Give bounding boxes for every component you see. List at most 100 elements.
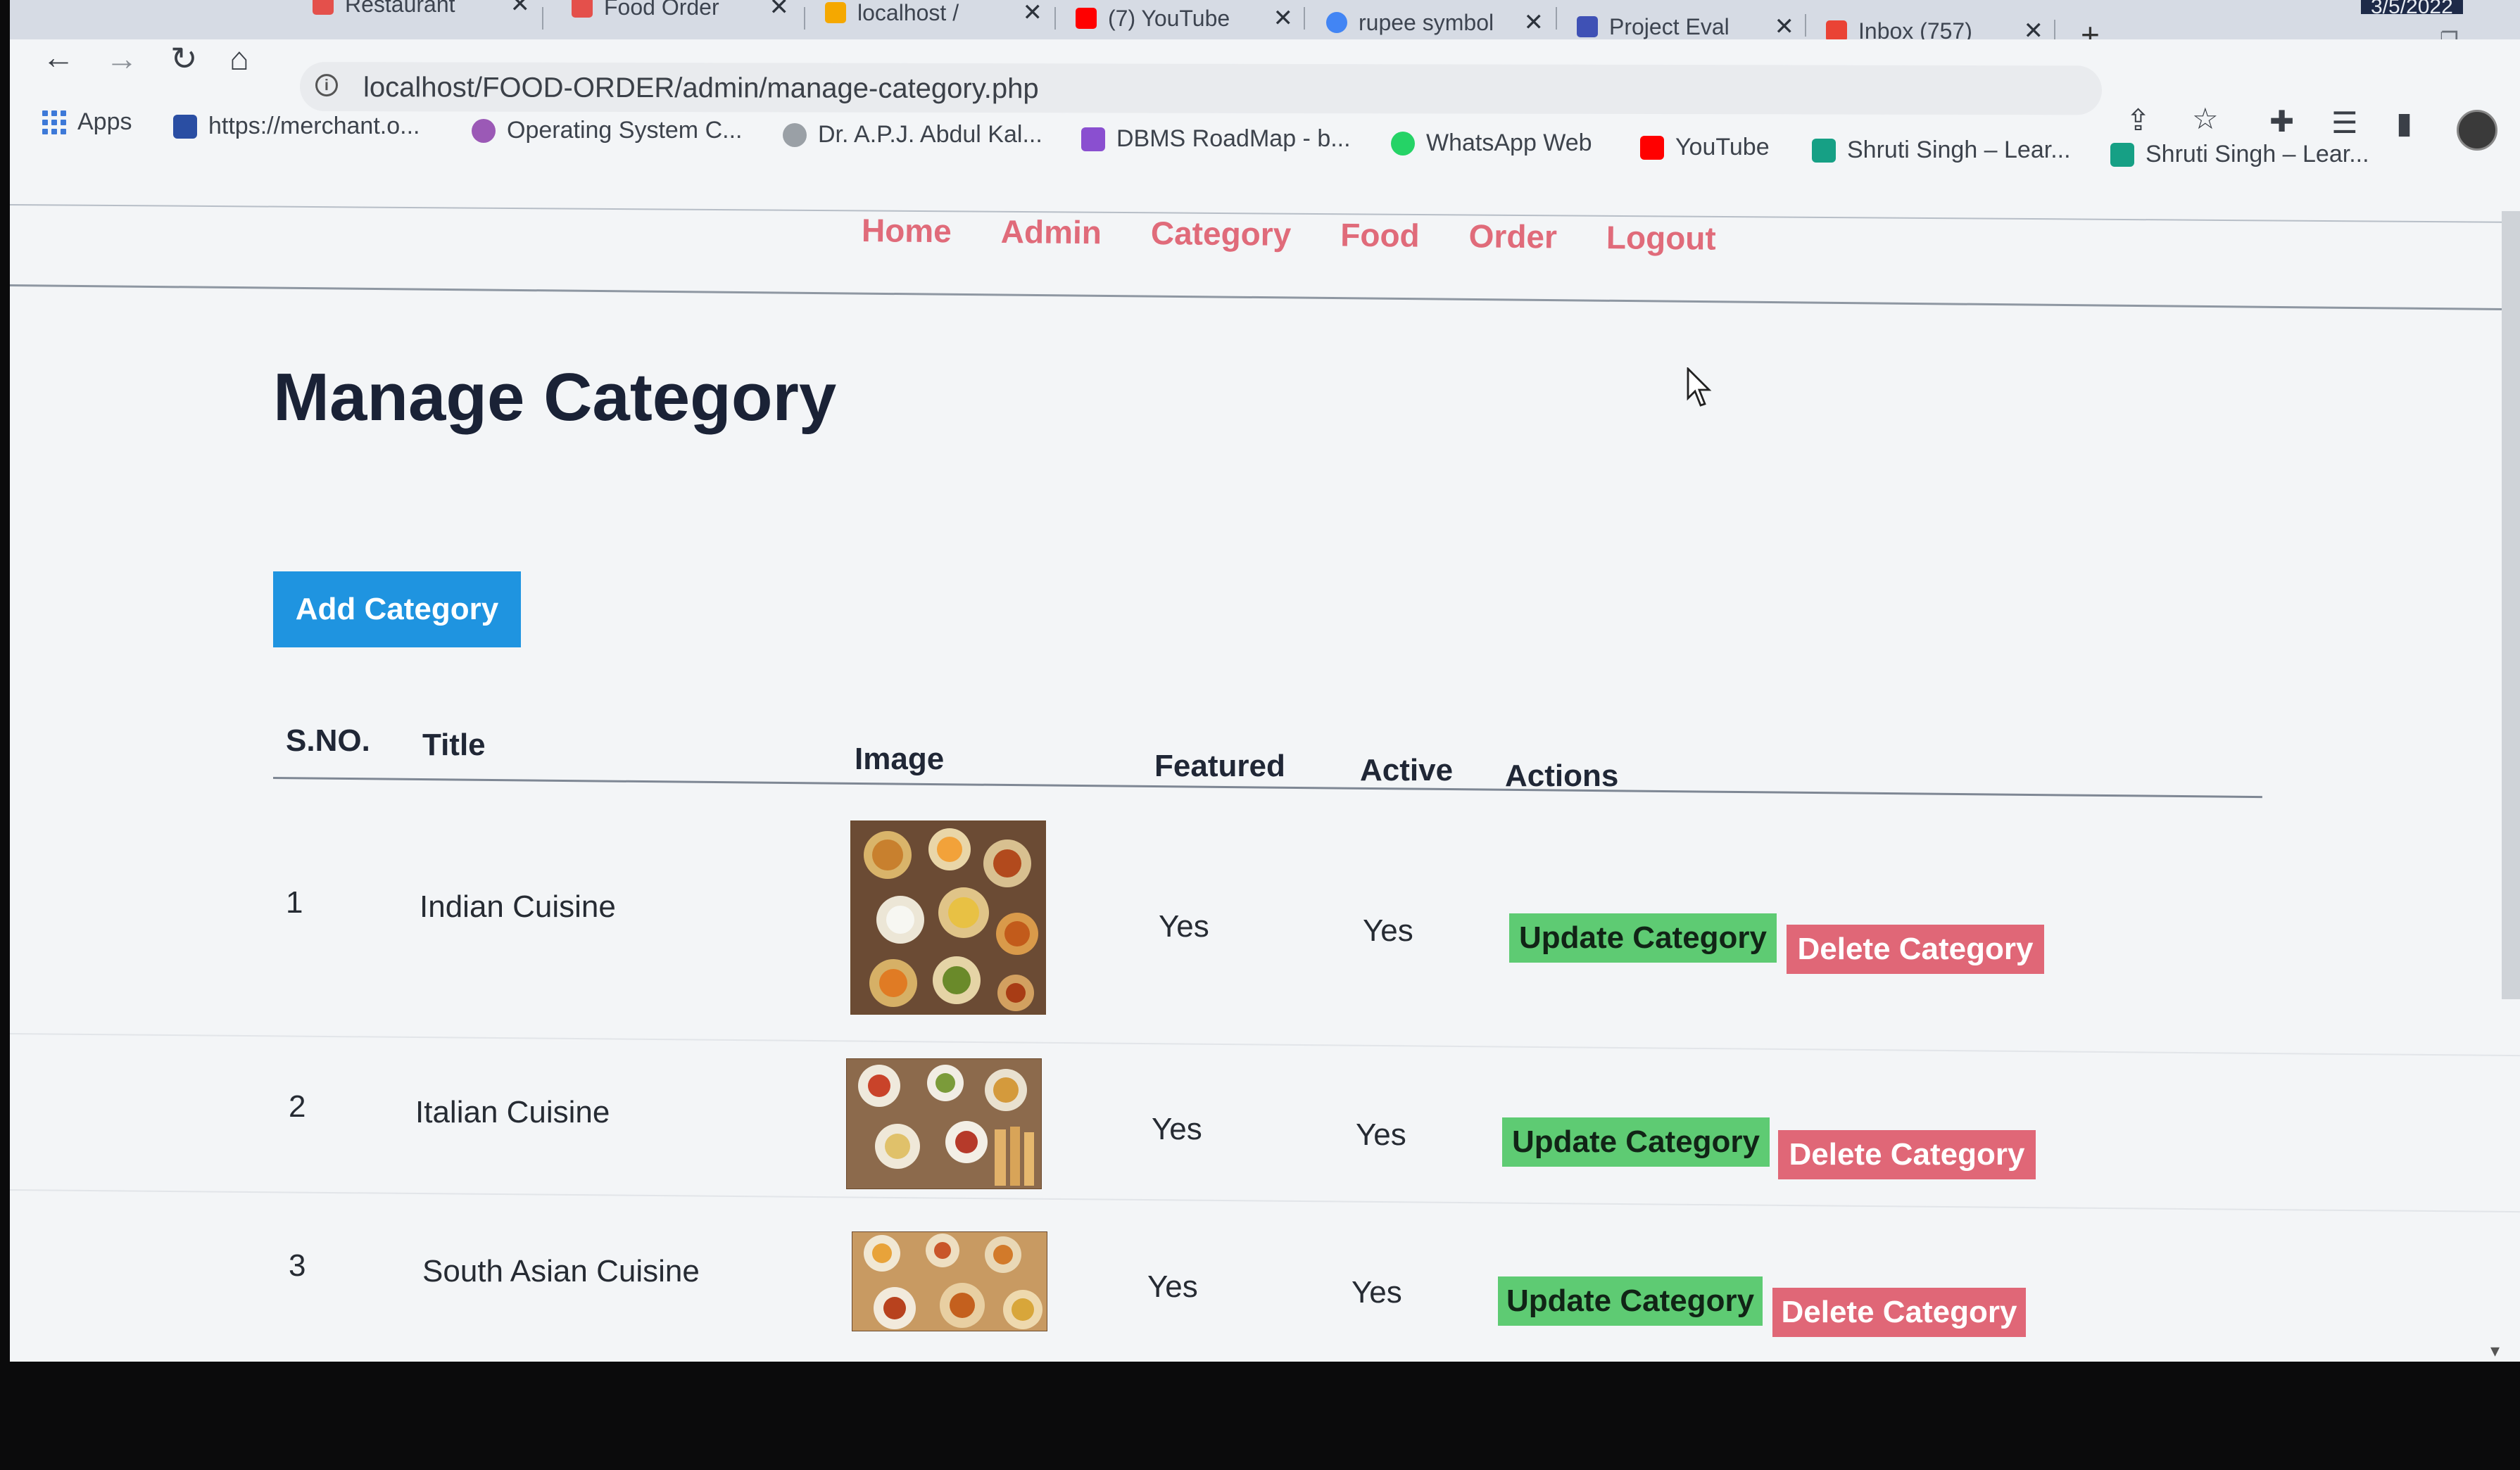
row2-sno: 2 (289, 1089, 306, 1124)
row1-update-button[interactable]: Update Category (1509, 913, 1777, 963)
header-featured: Featured (1154, 749, 1285, 783)
row2-active: Yes (1356, 1117, 1406, 1152)
row2-update-button[interactable]: Update Category (1502, 1117, 1770, 1167)
row3-featured: Yes (1147, 1269, 1198, 1304)
food-image-south-asian (852, 1232, 1047, 1331)
row2-category-image (846, 1058, 1042, 1189)
bookmark-favicon-icon (783, 122, 807, 147)
scroll-down-arrow-icon[interactable]: ▾ (2490, 1340, 2500, 1362)
bookmark-apj-abdul-kalam[interactable]: Dr. A.P.J. Abdul Kal... (783, 121, 1042, 148)
bookmark-favicon-icon (1812, 138, 1836, 163)
bookmark-favicon-icon (1391, 131, 1415, 156)
tab-favicon-icon (572, 0, 593, 18)
bookmark-operating-system[interactable]: Operating System C... (472, 117, 742, 144)
row3-title: South Asian Cuisine (422, 1254, 700, 1288)
menu-divider (10, 284, 2520, 311)
row1-sno: 1 (286, 885, 303, 920)
tab-title: Restaurant (345, 0, 455, 17)
nav-order[interactable]: Order (1468, 217, 1557, 255)
system-clock: 3/5/2022 (2361, 0, 2463, 14)
bookmarks-bar: Apps https://merchant.o... Operating Sys… (10, 104, 2520, 210)
mouse-cursor-icon (1687, 367, 1712, 407)
bookmark-favicon-icon (472, 118, 496, 143)
close-icon[interactable]: ✕ (769, 0, 790, 21)
row3-update-button[interactable]: Update Category (1498, 1276, 1763, 1326)
page-title: Manage Category (273, 360, 837, 435)
bookmark-shruti-singh-2[interactable]: Shruti Singh – Lear... (2110, 141, 2369, 168)
nav-logout[interactable]: Logout (1606, 218, 1716, 257)
bookmark-label: Dr. A.P.J. Abdul Kal... (818, 121, 1042, 148)
header-title: Title (422, 728, 486, 762)
nav-home[interactable]: Home (862, 211, 952, 250)
tab-localhost[interactable]: localhost / ✕ (812, 0, 1055, 30)
tab-restaurant[interactable]: Restaurant ✕ (300, 0, 543, 21)
info-icon[interactable]: i (315, 74, 339, 97)
bookmark-merchant[interactable]: https://merchant.o... (173, 113, 420, 140)
header-active: Active (1360, 753, 1454, 787)
close-icon[interactable]: ✕ (1775, 13, 1795, 41)
add-category-button[interactable]: Add Category (273, 571, 521, 647)
url-text: localhost/FOOD-ORDER/admin/manage-catego… (363, 72, 1039, 105)
nav-food[interactable]: Food (1340, 216, 1420, 255)
tab-favicon-icon (1326, 12, 1347, 33)
bookmark-apps[interactable]: Apps (42, 108, 132, 136)
back-icon[interactable]: ← (42, 38, 75, 76)
tab-favicon-icon (313, 0, 334, 15)
nav-category[interactable]: Category (1151, 214, 1292, 253)
bookmark-label: YouTube (1675, 134, 1770, 160)
page-scrollbar[interactable] (2502, 211, 2520, 999)
reload-icon[interactable]: ↻ (170, 39, 198, 77)
bookmark-label: Shruti Singh – Lear... (1847, 137, 2071, 163)
row1-title: Indian Cuisine (420, 889, 616, 924)
close-icon[interactable]: ✕ (1023, 0, 1043, 27)
forward-icon[interactable]: → (106, 39, 138, 77)
row3-delete-button[interactable]: Delete Category (1772, 1288, 2026, 1337)
bookmark-label: https://merchant.o... (208, 113, 420, 139)
bookmark-label: WhatsApp Web (1426, 129, 1592, 156)
bookmark-label: Shruti Singh – Lear... (2146, 141, 2369, 167)
screen: Restaurant ✕ Food Order ✕ localhost / ✕ … (10, 0, 2520, 1362)
apps-grid-icon (42, 110, 66, 134)
tab-favicon-icon (1826, 20, 1847, 42)
tab-youtube[interactable]: (7) YouTube ✕ (1063, 1, 1306, 35)
row3-category-image (852, 1231, 1047, 1331)
bookmark-shruti-singh-1[interactable]: Shruti Singh – Lear... (1812, 137, 2071, 164)
tab-food-order[interactable]: Food Order ✕ (559, 0, 802, 24)
tab-title: Project Eval (1609, 13, 1730, 39)
row1-active: Yes (1363, 913, 1413, 948)
bookmark-youtube[interactable]: YouTube (1640, 134, 1770, 161)
close-icon[interactable]: ✕ (1273, 4, 1294, 32)
tab-favicon-icon (1577, 16, 1598, 37)
tab-favicon-icon (1076, 8, 1097, 29)
nav-admin[interactable]: Admin (1001, 213, 1102, 251)
tab-rupee-symbol[interactable]: rupee symbol ✕ (1313, 6, 1556, 39)
tab-title: Food Order (604, 0, 719, 20)
row-divider (10, 1033, 2520, 1057)
header-image: Image (855, 742, 945, 776)
bookmark-label: Operating System C... (507, 117, 743, 144)
bookmark-whatsapp-web[interactable]: WhatsApp Web (1391, 129, 1592, 157)
bookmark-favicon-icon (1640, 135, 1664, 160)
bookmark-favicon-icon (173, 114, 197, 139)
bookmark-favicon-icon (2110, 142, 2134, 167)
bookmark-favicon-icon (1081, 127, 1105, 151)
bookmark-dbms-roadmap[interactable]: DBMS RoadMap - b... (1081, 125, 1351, 153)
close-icon[interactable]: ✕ (1524, 8, 1544, 37)
row2-delete-button[interactable]: Delete Category (1778, 1130, 2036, 1179)
row1-delete-button[interactable]: Delete Category (1787, 925, 2044, 974)
tab-favicon-icon (825, 2, 846, 23)
row1-category-image (850, 820, 1046, 1015)
row3-active: Yes (1352, 1275, 1402, 1310)
tab-bar: Restaurant ✕ Food Order ✕ localhost / ✕ … (10, 0, 2520, 53)
home-icon[interactable]: ⌂ (229, 39, 249, 77)
food-image-indian (851, 821, 1045, 1014)
row2-featured: Yes (1152, 1112, 1202, 1146)
bookmark-label: Apps (77, 108, 132, 135)
row1-featured: Yes (1159, 909, 1209, 944)
close-icon[interactable]: ✕ (510, 0, 531, 18)
tab-title: localhost / (857, 0, 959, 25)
row-divider (10, 1189, 2520, 1213)
tab-project-eval[interactable]: Project Eval ✕ (1564, 10, 1807, 44)
bookmark-label: DBMS RoadMap - b... (1116, 125, 1351, 152)
tab-title: rupee symbol (1359, 9, 1494, 35)
